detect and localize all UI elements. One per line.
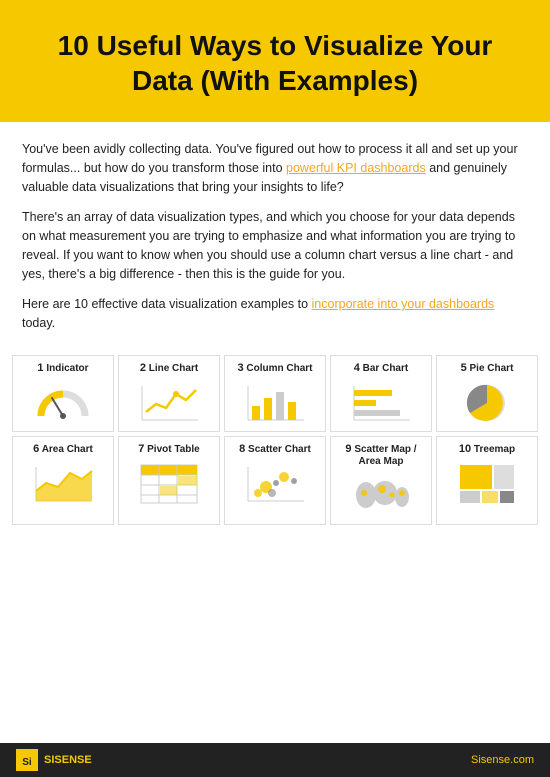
incorporate-link[interactable]: incorporate into your dashboards	[312, 297, 495, 311]
footer-brand: SISENSE	[44, 754, 92, 766]
paragraph-1: You've been avidly collecting data. You'…	[22, 140, 528, 196]
card-scatter-chart: 8 Scatter Chart	[224, 436, 326, 525]
area-chart-icon	[31, 462, 95, 506]
card-scatter-map: 9 Scatter Map / Area Map	[330, 436, 432, 525]
footer-url: Sisense.com	[471, 754, 534, 766]
pivot-table-icon	[137, 462, 201, 506]
paragraph-3: Here are 10 effective data visualization…	[22, 295, 528, 333]
card-column-chart: 3 Column Chart	[224, 355, 326, 432]
indicator-icon	[31, 381, 95, 425]
card-bar-chart: 4 Bar Chart	[330, 355, 432, 432]
scatter-chart-icon	[243, 462, 307, 506]
footer-logo: Si SISENSE	[16, 749, 92, 771]
scatter-map-icon	[349, 474, 413, 518]
card-treemap: 10 Treemap	[436, 436, 538, 525]
sisense-logo-icon: Si	[16, 749, 38, 771]
card-pivot-table: 7 Pivot Table	[118, 436, 220, 525]
card-pie-chart: 5 Pie Chart	[436, 355, 538, 432]
bar-chart-icon	[349, 381, 413, 425]
line-chart-icon	[137, 381, 201, 425]
header-section: 10 Useful Ways to Visualize Your Data (W…	[0, 0, 550, 122]
card-area-chart: 6 Area Chart	[12, 436, 114, 525]
content-section: You've been avidly collecting data. You'…	[0, 122, 550, 355]
kpi-dashboards-link[interactable]: powerful KPI dashboards	[286, 161, 426, 175]
page-wrapper: 10 Useful Ways to Visualize Your Data (W…	[0, 0, 550, 777]
paragraph-2: There's an array of data visualization t…	[22, 208, 528, 283]
card-indicator: 1 Indicator	[12, 355, 114, 432]
treemap-icon	[455, 462, 519, 506]
cards-grid: 1 Indicator 2 Line Chart	[0, 355, 550, 535]
svg-text:Si: Si	[22, 757, 32, 768]
column-chart-icon	[243, 381, 307, 425]
footer: Si SISENSE Sisense.com	[0, 743, 550, 777]
pie-chart-icon	[455, 381, 519, 425]
card-line-chart: 2 Line Chart	[118, 355, 220, 432]
page-title: 10 Useful Ways to Visualize Your Data (W…	[40, 28, 510, 98]
